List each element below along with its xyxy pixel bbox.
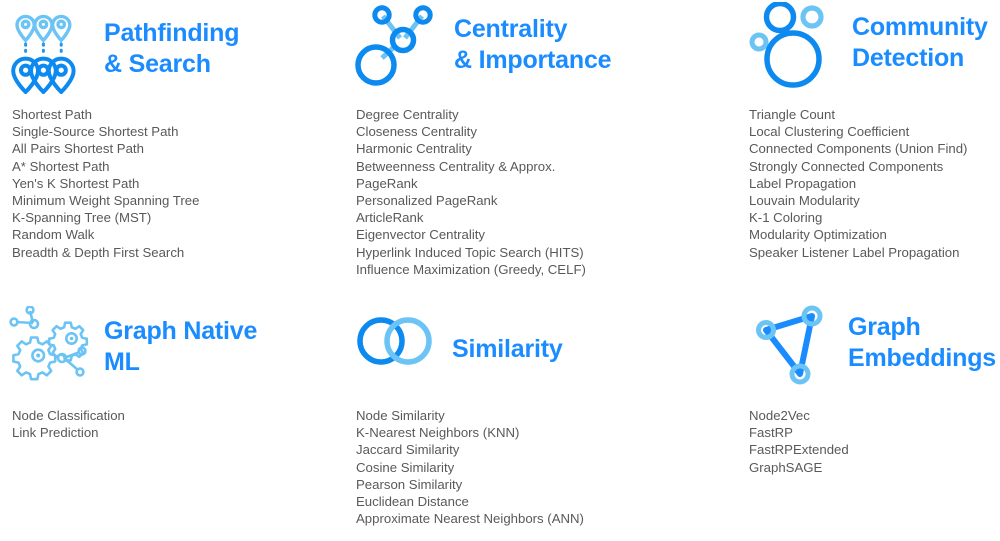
list-item: Louvain Modularity	[749, 193, 860, 209]
list-item: GraphSAGE	[749, 459, 823, 475]
section-title: Graph Native ML	[104, 317, 258, 376]
algorithm-list: Node2Vec FastRP FastRPExtended GraphSAGE	[749, 407, 849, 476]
section-title: Similarity	[452, 335, 563, 363]
list-item: Label Propagation	[749, 175, 857, 191]
section-header: Graph Embeddings	[750, 304, 996, 393]
list-item: FastRPExtended	[749, 442, 849, 458]
list-item: Single-Source Shortest Path	[12, 124, 179, 140]
list-item: Strongly Connected Components	[749, 158, 944, 174]
list-item: All Pairs Shortest Path	[12, 141, 144, 157]
section-similarity: Similarity Node Similarity K-Nearest Nei…	[340, 300, 680, 541]
list-item: Degree Centrality	[356, 107, 459, 122]
section-title: Pathfinding & Search	[104, 19, 240, 78]
section-title: Community Detection	[852, 13, 988, 72]
list-item: Jaccard Similarity	[356, 442, 460, 458]
list-item: Approximate Nearest Neighbors (ANN)	[356, 511, 584, 527]
list-item: K-Spanning Tree (MST)	[12, 210, 152, 226]
bubble-clusters-icon	[748, 0, 844, 101]
algorithm-category-grid: Pathfinding & Search Shortest Path Singl…	[0, 0, 1000, 541]
list-item: Breadth & Depth First Search	[12, 244, 185, 260]
algorithm-list: Triangle Count Local Clustering Coeffici…	[749, 106, 967, 261]
list-item: Speaker Listener Label Propagation	[749, 244, 960, 260]
list-item: Link Prediction	[12, 425, 99, 441]
list-item: ArticleRank	[356, 210, 424, 226]
list-item: Yen's K Shortest Path	[12, 175, 140, 191]
list-item: Minimum Weight Spanning Tree	[12, 193, 200, 209]
section-header: Pathfinding & Search	[4, 4, 239, 99]
list-item: Betweenness Centrality & Approx.	[356, 158, 556, 174]
list-item: K-Nearest Neighbors (KNN)	[356, 425, 520, 441]
list-item: Shortest Path	[12, 107, 92, 122]
section-graph-native-ml: Graph Native ML Node Classification Link…	[0, 300, 340, 541]
section-pathfinding-and-search: Pathfinding & Search Shortest Path Singl…	[0, 0, 340, 300]
list-item: Triangle Count	[749, 107, 836, 122]
list-item: Pearson Similarity	[356, 476, 463, 492]
list-item: Eigenvector Centrality	[356, 227, 486, 243]
algorithm-list: Shortest Path Single-Source Shortest Pat…	[12, 106, 199, 261]
list-item: K-1 Coloring	[749, 210, 823, 226]
map-pins-path-icon	[4, 4, 96, 99]
venn-overlapping-circles-icon	[352, 314, 440, 377]
section-graph-embeddings: Graph Embeddings Node2Vec FastRP FastRPE…	[680, 300, 1000, 541]
section-centrality-and-importance: Centrality & Importance Degree Centralit…	[340, 0, 680, 300]
algorithm-list: Node Classification Link Prediction	[12, 407, 125, 441]
list-item: Influence Maximization (Greedy, CELF)	[356, 261, 586, 277]
list-item: PageRank	[356, 175, 418, 191]
section-header: Community Detection	[748, 0, 988, 101]
triangle-graph-nodes-icon	[750, 304, 842, 393]
algorithm-list: Node Similarity K-Nearest Neighbors (KNN…	[356, 407, 584, 527]
list-item: Harmonic Centrality	[356, 141, 472, 157]
list-item: Modularity Optimization	[749, 227, 887, 243]
node-graph-centrality-icon	[352, 2, 444, 101]
section-header: Similarity	[352, 314, 563, 377]
section-title: Centrality & Importance	[454, 15, 612, 74]
section-community-detection: Community Detection Triangle Count Local…	[680, 0, 1000, 300]
gears-nodes-icon	[6, 305, 92, 391]
algorithm-list: Degree Centrality Closeness Centrality H…	[356, 106, 586, 278]
list-item: Personalized PageRank	[356, 193, 498, 209]
list-item: Connected Components (Union Find)	[749, 141, 968, 157]
list-item: Cosine Similarity	[356, 459, 455, 475]
list-item: Hyperlink Induced Topic Search (HITS)	[356, 244, 584, 260]
section-header: Graph Native ML	[6, 305, 258, 391]
list-item: Node Classification	[12, 408, 125, 423]
list-item: Euclidean Distance	[356, 494, 469, 510]
list-item: A* Shortest Path	[12, 158, 110, 174]
list-item: Node Similarity	[356, 408, 445, 423]
list-item: Closeness Centrality	[356, 124, 477, 140]
list-item: Node2Vec	[749, 408, 810, 423]
section-header: Centrality & Importance	[352, 2, 612, 101]
list-item: FastRP	[749, 425, 793, 441]
list-item: Local Clustering Coefficient	[749, 124, 910, 140]
list-item: Random Walk	[12, 227, 95, 243]
section-title: Graph Embeddings	[848, 313, 997, 372]
